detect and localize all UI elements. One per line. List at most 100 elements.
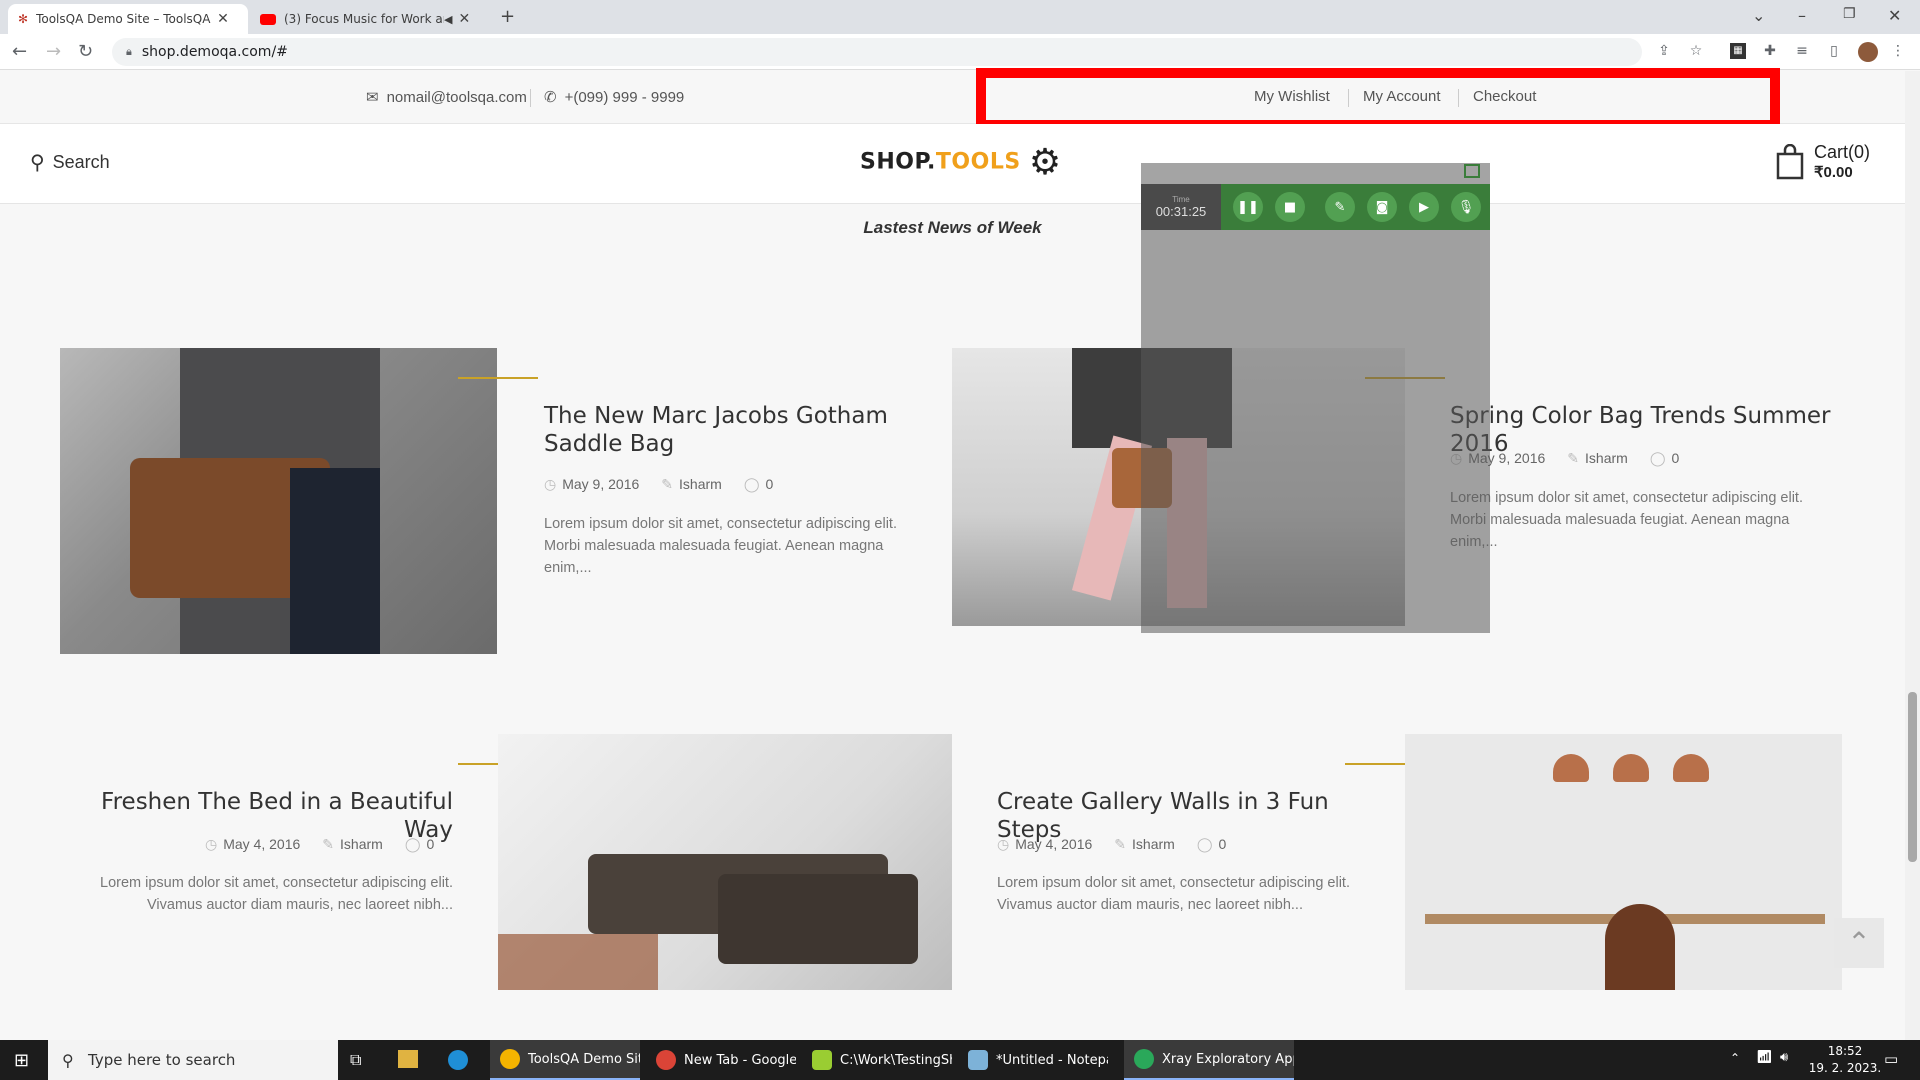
site-header: ⚲ Search SHOP.TOOLS ⚙ Cart(0) ₹0.00 [0,124,1905,204]
taskbar-app-label: ToolsQA Demo Site... [528,1051,640,1067]
site-logo[interactable]: SHOP.TOOLS ⚙ [860,142,1062,183]
tab-youtube[interactable]: (3) Focus Music for Work and ◀ ✕ [250,4,490,34]
post-date[interactable]: May 4, 2016 [223,836,300,852]
phone-contact: ✆ +(099) 999 - 9999 [544,88,684,106]
microphone-icon[interactable]: 🎙︎ [1451,192,1481,222]
address-bar[interactable]: 🔒︎ shop.demoqa.com/# [112,38,1642,66]
email-contact[interactable]: ✉ nomail@toolsqa.com [366,88,527,106]
share-icon[interactable]: ⇪ [1656,43,1672,59]
side-panel-icon[interactable]: ▯ [1826,43,1842,59]
timer-value: 00:31:25 [1155,204,1207,219]
tab-search-icon[interactable]: ⌄ [1752,6,1765,25]
file-explorer-icon[interactable] [398,1050,418,1068]
comment-icon: ◯ [404,836,421,852]
timer-label: Time [1172,195,1190,204]
windows-taskbar: ⊞ ⚲ Type here to search ⧉ ToolsQA Demo S… [0,1040,1920,1080]
forward-icon[interactable]: → [46,41,61,62]
post-comments[interactable]: 0 [1671,450,1679,466]
pen-icon[interactable]: ✎ [1325,192,1355,222]
shopping-bag-icon [1776,143,1804,179]
system-clock[interactable]: 18:52 19. 2. 2023. [1800,1043,1890,1077]
toolsqa-favicon-icon: ✻ [18,12,29,26]
clock-icon: ◷ [205,836,218,852]
comment-icon: ◯ [1196,836,1213,852]
mute-icon[interactable]: ◀ [444,13,452,26]
edge-icon[interactable] [448,1050,468,1070]
post-image-bag[interactable] [60,348,497,654]
post-date[interactable]: May 4, 2016 [1015,836,1092,852]
recorder-timer: Time 00:31:25 [1141,184,1221,230]
taskbar-app-label: Xray Exploratory App [1162,1051,1294,1067]
lock-icon[interactable]: 🔒︎ [126,45,132,59]
extension-icon[interactable]: ▦ [1730,43,1746,59]
network-icon[interactable]: 📶︎ [1756,1050,1773,1065]
windows-start-icon[interactable]: ⊞ [14,1050,29,1071]
video-icon[interactable]: ▶ [1409,192,1439,222]
media-control-icon[interactable]: ≡ [1794,43,1810,59]
stop-icon[interactable]: ■ [1275,192,1305,222]
post-author[interactable]: Isharm [1585,450,1628,466]
taskbar-app-notepad[interactable]: *Untitled - Notepad [958,1040,1108,1080]
phone-text: +(099) 999 - 9999 [564,88,685,106]
search-toggle[interactable]: ⚲ Search [30,150,110,174]
task-view-icon[interactable]: ⧉ [350,1050,361,1070]
volume-icon[interactable]: 🔊︎ [1780,1050,1788,1065]
post-image-dining[interactable] [1405,734,1842,990]
browser-tabstrip: ✻ ToolsQA Demo Site – ToolsQA – I ✕ (3) … [0,0,1920,34]
menu-icon[interactable]: ⋮ [1890,43,1906,59]
reload-icon[interactable]: ↻ [78,41,93,62]
post-comments[interactable]: 0 [1218,836,1226,852]
taskbar-app-chrome-newtab[interactable]: New Tab - Google ... [646,1040,796,1080]
post-author[interactable]: Isharm [679,476,722,492]
clock-icon: ◷ [997,836,1010,852]
post-title[interactable]: The New Marc Jacobs Gotham Saddle Bag [544,402,924,458]
taskbar-search[interactable]: ⚲ Type here to search [48,1040,338,1080]
camera-icon[interactable]: ◙ [1367,192,1397,222]
envelope-icon: ✉ [366,88,379,106]
cart-total: ₹0.00 [1814,164,1853,181]
tray-chevron-icon[interactable]: ⌃ [1730,1051,1740,1065]
notification-icon[interactable]: ▭ [1884,1050,1898,1068]
post-comments[interactable]: 0 [426,836,434,852]
taskbar-app-notepadpp[interactable]: C:\Work\TestingSh... [802,1040,952,1080]
post-image-sofa[interactable] [498,734,952,990]
taskbar-search-placeholder: Type here to search [88,1051,236,1069]
scrollbar-thumb[interactable] [1908,692,1917,862]
page-scrollbar[interactable] [1905,71,1920,1040]
bookmark-star-icon[interactable]: ☆ [1688,43,1704,59]
profile-avatar[interactable] [1858,42,1878,62]
post-meta: ◷ May 4, 2016 ✎ Isharm ◯ 0 [205,836,434,853]
pause-icon[interactable]: ❚❚ [1233,192,1263,222]
taskbar-app-chrome-toolsqa[interactable]: ToolsQA Demo Site... [490,1040,640,1080]
logo-text-tools: TOOLS [935,149,1021,175]
post-meta: ◷ May 4, 2016 ✎ Isharm ◯ 0 [997,836,1226,853]
post-date[interactable]: May 9, 2016 [562,476,639,492]
maximize-button[interactable]: ❐ [1843,6,1856,22]
close-window-button[interactable]: ✕ [1888,6,1901,25]
post-comments[interactable]: 0 [765,476,773,492]
extensions-puzzle-icon[interactable]: ✚ [1762,43,1778,59]
post-excerpt: Lorem ipsum dolor sit amet, consectetur … [100,875,453,913]
cart-button[interactable]: Cart(0) ₹0.00 [1776,142,1870,181]
close-tab-icon[interactable]: ✕ [217,11,229,27]
taskbar-app-label: New Tab - Google ... [684,1052,796,1068]
recorder-toolbar: Time 00:31:25 ❚❚ ■ ✎ ◙ ▶ 🎙︎ [1141,184,1490,230]
recorder-region-icon[interactable] [1464,164,1480,178]
logo-text-shop: SHOP. [860,149,936,175]
clock-icon: ◷ [544,476,557,492]
new-tab-button[interactable]: + [500,6,515,27]
post-author[interactable]: Isharm [340,836,383,852]
tab-title: ToolsQA Demo Site – ToolsQA – I [36,12,212,26]
tab-title: (3) Focus Music for Work and [284,12,444,26]
comment-icon: ◯ [1649,450,1666,466]
minimize-button[interactable]: – [1798,6,1806,25]
taskbar-app-label: *Untitled - Notepad [996,1052,1108,1068]
post-author[interactable]: Isharm [1132,836,1175,852]
close-tab-icon[interactable]: ✕ [458,11,470,27]
taskbar-app-xray[interactable]: Xray Exploratory App [1124,1040,1294,1080]
back-icon[interactable]: ← [12,41,27,62]
gear-logo-icon: ⚙ [1028,142,1062,183]
scroll-to-top-button[interactable]: ⌃ [1834,918,1884,968]
chrome-icon [500,1049,520,1069]
tab-toolsqa[interactable]: ✻ ToolsQA Demo Site – ToolsQA – I ✕ [8,4,248,34]
